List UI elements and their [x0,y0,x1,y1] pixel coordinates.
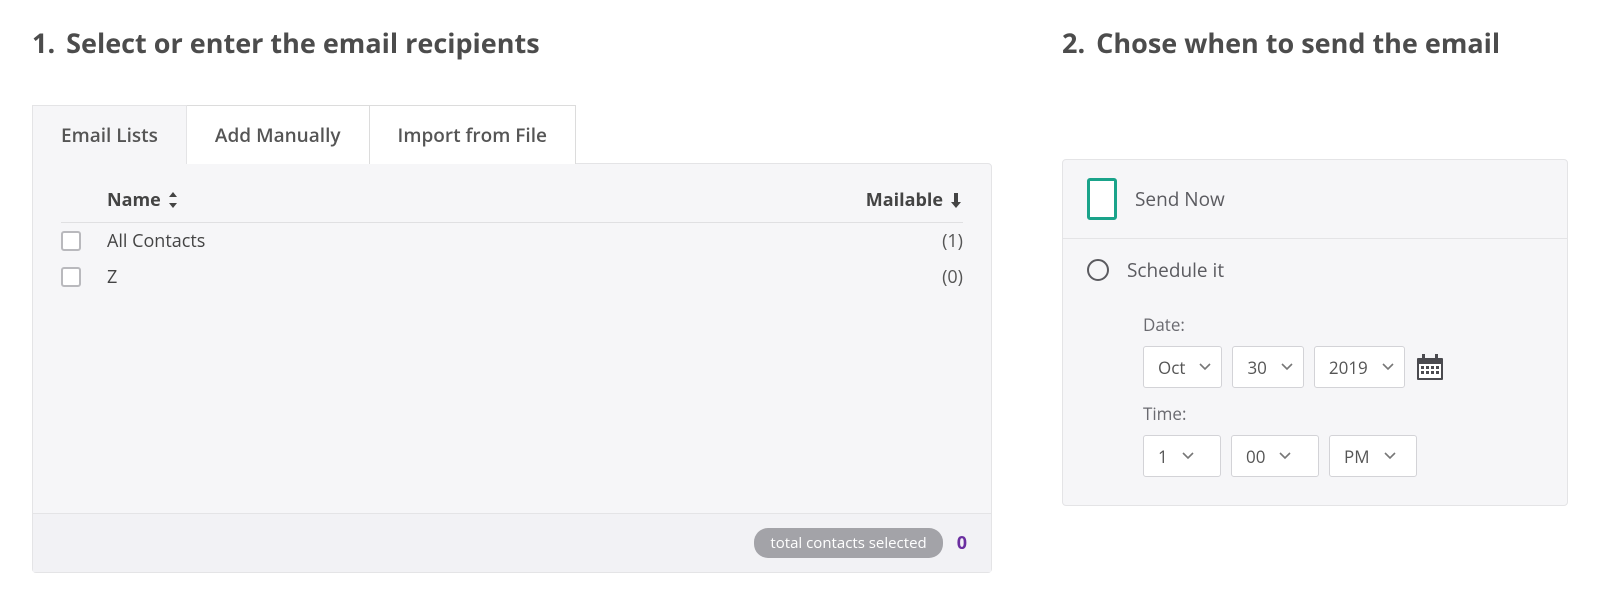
selected-count: 0 [957,531,967,555]
day-select[interactable]: 30 [1232,346,1303,388]
hour-select[interactable]: 1 [1143,435,1221,477]
date-label: Date: [1143,313,1543,336]
email-lists-panel: Name Mailable All Contacts [32,163,992,573]
selection-footer: total contacts selected 0 [33,513,991,572]
calendar-icon[interactable] [1415,352,1445,382]
table-row: All Contacts (1) [61,223,963,259]
tab-add-manually[interactable]: Add Manually [186,105,370,164]
row-mailable: (0) [833,265,963,289]
sort-icon [167,192,179,208]
year-value: 2019 [1329,356,1368,379]
option-schedule-it-label: Schedule it [1127,257,1224,283]
tab-email-lists[interactable]: Email Lists [32,105,187,164]
row-name[interactable]: Z [107,265,833,289]
chevron-down-icon [1199,363,1211,371]
col-mailable[interactable]: Mailable [833,188,963,212]
option-send-now-label: Send Now [1135,186,1225,212]
recipient-tabs: Email Lists Add Manually Import from Fil… [32,105,992,164]
chevron-down-icon [1182,452,1194,460]
ampm-select[interactable]: PM [1329,435,1417,477]
month-select[interactable]: Oct [1143,346,1222,388]
minute-value: 00 [1246,445,1265,468]
selected-label: total contacts selected [754,528,942,558]
chevron-down-icon [1382,363,1394,371]
time-label: Time: [1143,402,1543,425]
row-checkbox[interactable] [61,231,81,251]
tab-import-from-file[interactable]: Import from File [369,105,576,164]
row-name[interactable]: All Contacts [107,229,833,253]
chevron-down-icon [1281,363,1293,371]
step2-title: 2. Chose when to send the email [1062,24,1568,61]
chevron-down-icon [1384,452,1396,460]
chevron-down-icon [1279,452,1291,460]
list-table-header: Name Mailable [61,180,963,223]
col-name[interactable]: Name [107,188,833,212]
year-select[interactable]: 2019 [1314,346,1405,388]
option-send-now[interactable]: Send Now [1063,160,1567,238]
step2-title-text: Chose when to send the email [1096,24,1500,61]
row-checkbox[interactable] [61,267,81,287]
sort-desc-icon [949,192,963,208]
row-mailable: (1) [833,229,963,253]
schedule-panel: Send Now Schedule it Date: Oct 30 [1062,159,1568,506]
day-value: 30 [1247,356,1266,379]
radio-schedule-it[interactable] [1087,259,1109,281]
table-row: Z (0) [61,259,963,295]
step1-title: 1. Select or enter the email recipients [32,24,992,61]
minute-select[interactable]: 00 [1231,435,1319,477]
col-name-label: Name [107,188,161,212]
step2-number: 2. [1062,24,1085,61]
ampm-value: PM [1344,445,1370,468]
step1-number: 1. [32,24,55,61]
hour-value: 1 [1158,445,1168,468]
col-mailable-label: Mailable [866,188,943,212]
step1-title-text: Select or enter the email recipients [66,24,539,61]
radio-send-now[interactable] [1087,178,1117,220]
option-schedule-it[interactable]: Schedule it [1087,257,1543,289]
month-value: Oct [1158,356,1185,379]
